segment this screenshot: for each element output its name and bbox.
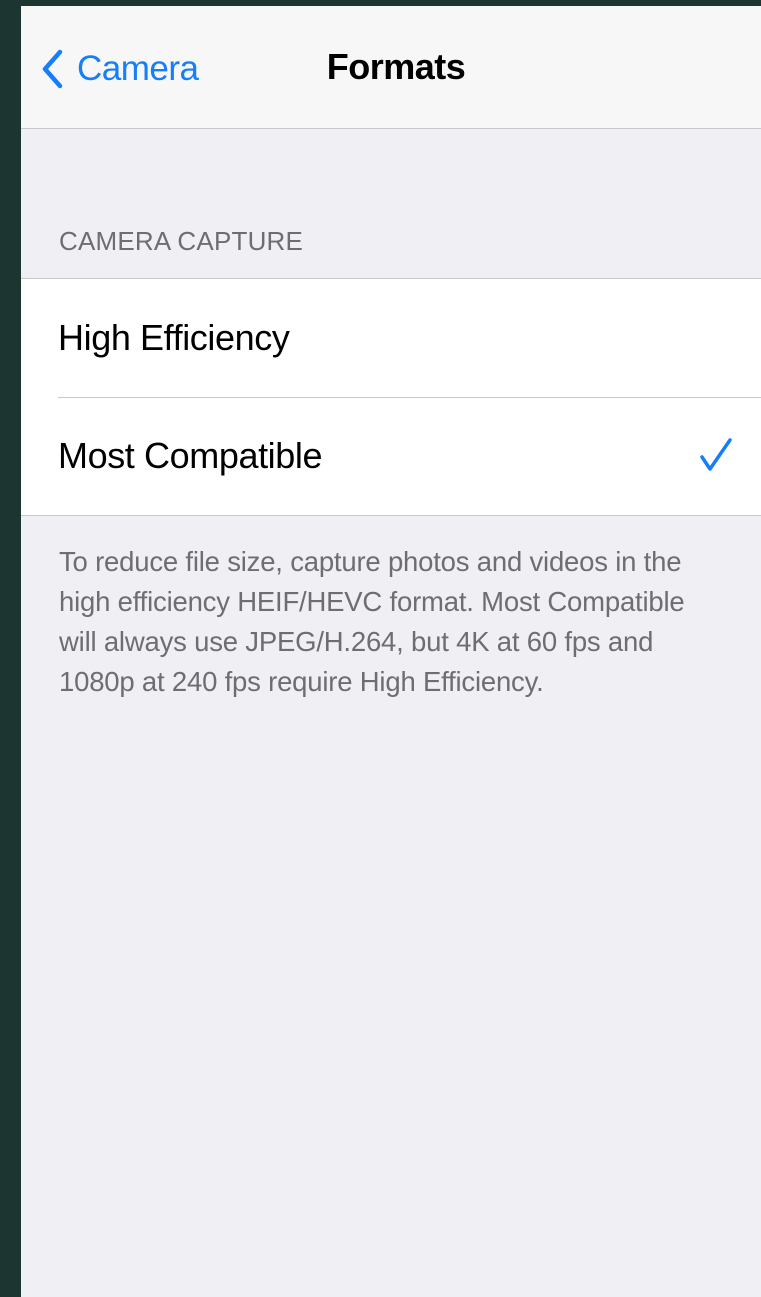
page-title: Formats bbox=[326, 46, 466, 87]
option-high-efficiency[interactable]: High Efficiency bbox=[21, 279, 761, 397]
device-frame: Camera Formats CAMERA CAPTURE High Effic… bbox=[0, 0, 761, 1297]
checkmark-icon bbox=[699, 437, 733, 478]
option-label: High Efficiency bbox=[58, 317, 290, 358]
option-most-compatible[interactable]: Most Compatible bbox=[21, 397, 761, 515]
settings-screen: Camera Formats CAMERA CAPTURE High Effic… bbox=[21, 6, 761, 1297]
section-header: CAMERA CAPTURE bbox=[59, 226, 304, 256]
navigation-bar: Camera Formats bbox=[21, 6, 761, 129]
format-options-group: High Efficiency Most Compatible bbox=[21, 278, 761, 516]
section-footer-description: To reduce file size, capture photos and … bbox=[59, 546, 685, 697]
option-label: Most Compatible bbox=[58, 435, 323, 476]
